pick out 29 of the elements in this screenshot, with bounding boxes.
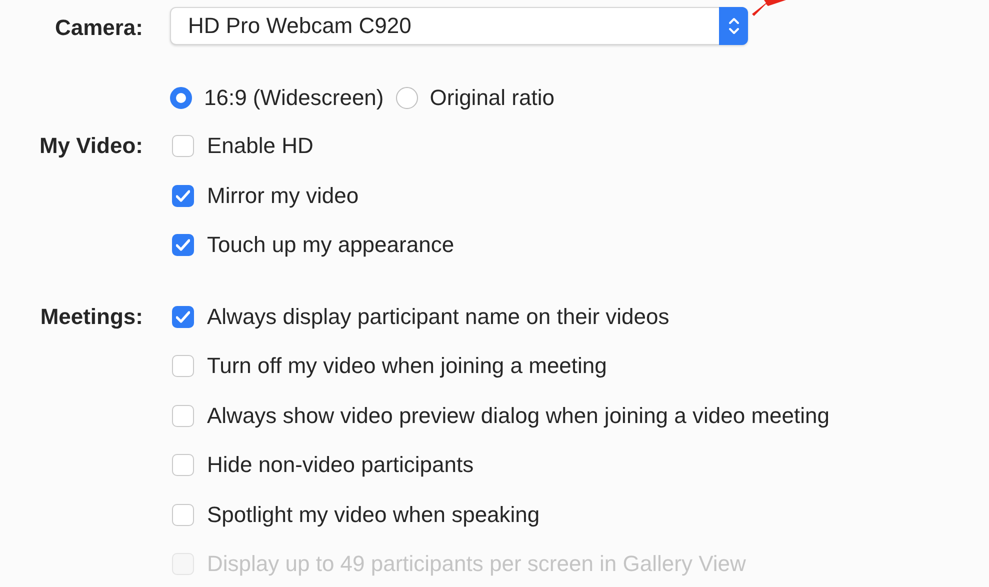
checkbox-label: Always show video preview dialog when joining a video meeting [207, 402, 830, 428]
checkmark-icon [176, 239, 190, 251]
checkbox[interactable] [172, 454, 194, 476]
checkbox[interactable] [172, 504, 194, 526]
checkbox-label: Always display participant name on their videos [207, 304, 670, 330]
checkbox-label: Mirror my video [207, 182, 359, 208]
checkbox-label: Hide non-video participants [207, 452, 474, 478]
radio-label: 16:9 (Widescreen) [204, 85, 384, 111]
checkbox-label: Spotlight my video when speaking [207, 502, 540, 528]
arrow-icon [752, 0, 786, 16]
checkbox-label: Touch up my appearance [207, 232, 454, 258]
radio-button[interactable] [396, 87, 418, 109]
radio-button[interactable] [170, 87, 192, 109]
stepper-icon [719, 7, 748, 45]
section-label: Meetings: [40, 302, 143, 331]
camera-select[interactable]: HD Pro Webcam C920 [170, 7, 748, 45]
field-label: Camera: [54, 14, 143, 42]
checkmark-icon [176, 310, 190, 322]
checkbox-label: Enable HD [207, 133, 314, 159]
checkbox[interactable] [172, 404, 194, 426]
radio-label: Original ratio [430, 85, 554, 111]
checkbox[interactable] [172, 306, 194, 328]
checkbox[interactable] [172, 135, 194, 157]
checkbox[interactable] [172, 234, 194, 256]
checkbox[interactable] [172, 184, 194, 206]
checkmark-icon [176, 190, 190, 202]
section-label: My Video: [39, 132, 143, 160]
checkbox-label: Turn off my video when joining a meeting [207, 353, 607, 379]
checkbox[interactable] [172, 355, 194, 377]
